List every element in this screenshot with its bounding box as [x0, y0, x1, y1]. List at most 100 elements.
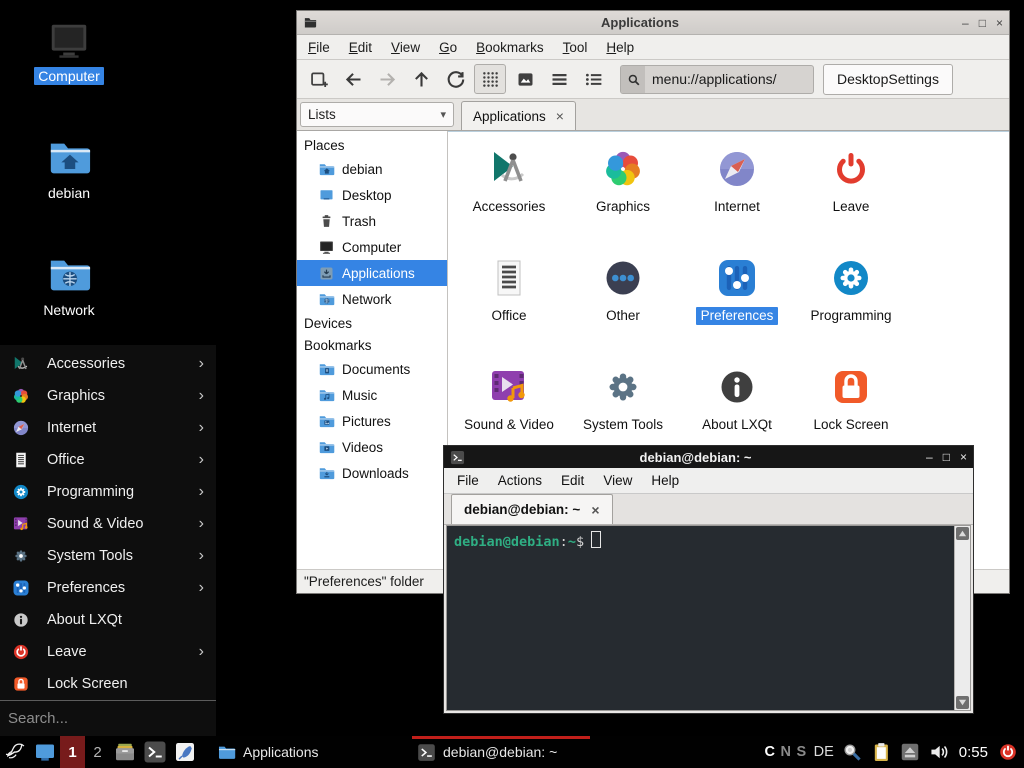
search-input[interactable]	[6, 709, 210, 728]
menu-item-leave[interactable]: Leave›	[0, 636, 216, 668]
clock[interactable]: 0:55	[959, 744, 988, 761]
screenshot-tray-icon[interactable]	[841, 741, 863, 763]
desktop-icon-computer[interactable]: Computer	[19, 18, 119, 85]
menu-bookmarks[interactable]: Bookmarks	[476, 40, 544, 55]
sidebar-item-pictures[interactable]: Pictures	[297, 408, 447, 434]
back-button[interactable]	[338, 65, 368, 93]
task-applications[interactable]: Applications	[210, 736, 392, 768]
terminal-titlebar[interactable]: debian@debian: ~ – □ ×	[444, 446, 973, 468]
menu-search[interactable]	[0, 700, 216, 736]
show-desktop-button[interactable]	[30, 737, 60, 767]
menu-go[interactable]: Go	[439, 40, 457, 55]
app-other[interactable]: Other	[566, 252, 680, 361]
menu-edit[interactable]: Edit	[349, 40, 372, 55]
menu-item-accessories[interactable]: Accessories›	[0, 348, 216, 380]
terminal-scrollbar[interactable]	[954, 526, 970, 710]
keyboard-indicator[interactable]: CNS	[765, 744, 807, 760]
task-debian-debian-[interactable]: debian@debian: ~	[410, 736, 592, 768]
menu-item-about-lxqt[interactable]: About LXQt	[0, 604, 216, 636]
maximize-icon[interactable]: □	[979, 17, 986, 29]
sidebar-item-videos[interactable]: Videos	[297, 434, 447, 460]
menu-item-programming[interactable]: Programming›	[0, 476, 216, 508]
tab-close-icon[interactable]: ×	[591, 502, 599, 518]
menu-tool[interactable]: Tool	[563, 40, 588, 55]
sidebar-item-downloads[interactable]: Downloads	[297, 460, 447, 486]
scroll-up-icon[interactable]	[956, 527, 969, 540]
power-tray-icon[interactable]	[997, 741, 1019, 763]
workspace-1[interactable]: 1	[60, 736, 85, 768]
terminal-menu-view[interactable]: View	[603, 473, 632, 488]
forward-button[interactable]	[372, 65, 402, 93]
app-graphics[interactable]: Graphics	[566, 143, 680, 252]
prompt-user-host: debian@debian	[454, 534, 560, 550]
terminal-menu-actions[interactable]: Actions	[498, 473, 542, 488]
sidebar-item-network[interactable]: Network	[297, 286, 447, 312]
terminal-menu-edit[interactable]: Edit	[561, 473, 584, 488]
file-manager-titlebar[interactable]: Applications – □ ×	[297, 11, 1009, 35]
sidebar-item-label: Videos	[342, 440, 383, 455]
menu-view[interactable]: View	[391, 40, 420, 55]
terminal-output[interactable]: debian@debian:~$	[447, 526, 954, 710]
maximize-icon[interactable]: □	[943, 451, 950, 463]
chevron-right-icon: ›	[199, 355, 204, 373]
sidebar-item-applications[interactable]: Applications	[297, 260, 447, 286]
app-office[interactable]: Office	[452, 252, 566, 361]
icon-view-button[interactable]	[474, 64, 506, 94]
address-bar[interactable]: menu://applications/	[620, 65, 814, 94]
sidebar-item-computer[interactable]: Computer	[297, 234, 447, 260]
app-programming[interactable]: Programming	[794, 252, 908, 361]
sidebar-item-trash[interactable]: Trash	[297, 208, 447, 234]
lists-dropdown[interactable]: Lists ▾	[300, 102, 454, 127]
menu-item-sound-video[interactable]: Sound & Video›	[0, 508, 216, 540]
terminal-tab[interactable]: debian@debian: ~ ×	[451, 494, 613, 524]
app-preferences[interactable]: Preferences	[680, 252, 794, 361]
reload-button[interactable]	[440, 65, 470, 93]
minimize-icon[interactable]: –	[926, 451, 933, 463]
app-accessories[interactable]: Accessories	[452, 143, 566, 252]
minimize-icon[interactable]: –	[962, 17, 969, 29]
address-text[interactable]: menu://applications/	[645, 71, 784, 87]
menu-file[interactable]: File	[308, 40, 330, 55]
close-icon[interactable]: ×	[996, 17, 1003, 29]
app-internet[interactable]: Internet	[680, 143, 794, 252]
menu-item-graphics[interactable]: Graphics›	[0, 380, 216, 412]
app-leave[interactable]: Leave	[794, 143, 908, 252]
menu-item-system-tools[interactable]: System Tools›	[0, 540, 216, 572]
menu-help[interactable]: Help	[606, 40, 634, 55]
sidebar-item-debian[interactable]: debian	[297, 156, 447, 182]
detailed-view-button[interactable]	[578, 65, 608, 93]
thumbnail-view-button[interactable]	[510, 65, 540, 93]
workspace-2[interactable]: 2	[85, 736, 110, 768]
volume-tray-icon[interactable]	[928, 741, 950, 763]
desktop-settings-button[interactable]: DesktopSettings	[823, 64, 953, 95]
sidebar-item-documents[interactable]: Documents	[297, 356, 447, 382]
tab-close-icon[interactable]: ×	[556, 108, 564, 124]
menu-item-internet[interactable]: Internet›	[0, 412, 216, 444]
file-manager-launcher[interactable]	[110, 737, 140, 767]
scroll-down-icon[interactable]	[956, 696, 969, 709]
tab-applications[interactable]: Applications ×	[461, 101, 576, 130]
main-menu-button[interactable]	[0, 737, 30, 767]
eject-tray-icon[interactable]	[899, 741, 921, 763]
new-tab-button[interactable]	[304, 65, 334, 93]
terminal-launcher[interactable]	[140, 737, 170, 767]
up-button[interactable]	[406, 65, 436, 93]
desktop-icon-debian[interactable]: debian	[19, 135, 119, 202]
compact-view-button[interactable]	[544, 65, 574, 93]
sidebar-item-music[interactable]: Music	[297, 382, 447, 408]
menu-item-lock-screen[interactable]: Lock Screen	[0, 668, 216, 700]
terminal-menu-file[interactable]: File	[457, 473, 479, 488]
clipboard-tray-icon[interactable]	[870, 741, 892, 763]
desktop-icon-network[interactable]: Network	[19, 252, 119, 319]
menu-item-office[interactable]: Office›	[0, 444, 216, 476]
sidebar-item-desktop[interactable]: Desktop	[297, 182, 447, 208]
featherpad-launcher[interactable]	[170, 737, 200, 767]
prompt-path: ~	[568, 534, 576, 550]
terminal-menu-help[interactable]: Help	[651, 473, 679, 488]
keyboard-layout[interactable]: DE	[814, 744, 834, 760]
accessories-icon	[485, 145, 533, 193]
taskbar: 12 Applications debian@debian: ~ CNS DE 0…	[0, 736, 1024, 768]
menu-item-preferences[interactable]: Preferences›	[0, 572, 216, 604]
menu-item-label: About LXQt	[47, 612, 204, 628]
close-icon[interactable]: ×	[960, 451, 967, 463]
